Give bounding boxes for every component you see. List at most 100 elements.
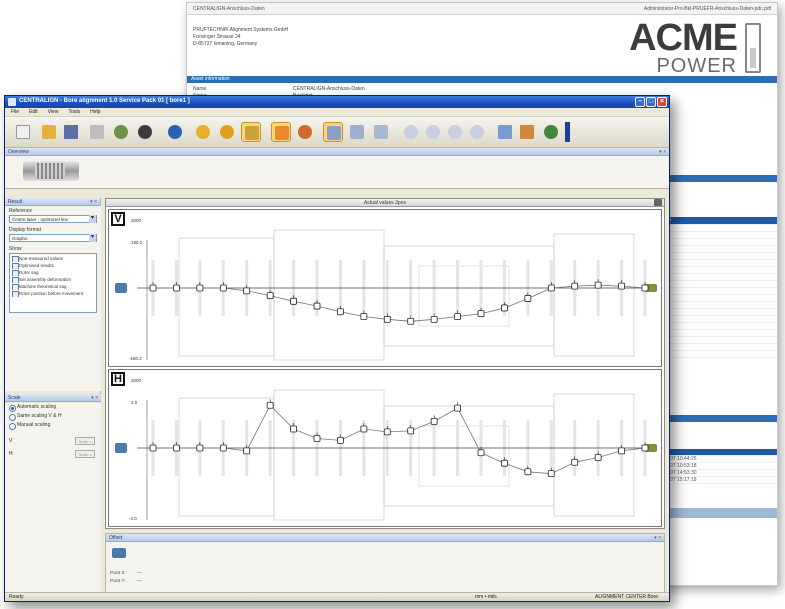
data-point (641, 442, 649, 452)
open-folder-icon[interactable] (39, 122, 59, 142)
status-bar: Ready mm • mils ALIGNMENT CENTER Bore (5, 592, 669, 601)
data-point (641, 282, 649, 292)
logo-text-bottom: POWER (656, 55, 737, 77)
show-checkbox[interactable]: Optimised results (11, 262, 95, 269)
battery-icon (745, 23, 761, 73)
title-bar[interactable]: CENTRALIGN - Bore alignment 1.0 Service … (5, 96, 669, 108)
offset-title: Offset (109, 535, 123, 541)
show-checkbox[interactable]: Non-measured values (11, 255, 95, 262)
horizontal-chart: 2.0 -2.0 2000 (115, 378, 657, 521)
move-up-icon[interactable] (445, 122, 465, 142)
display-format-select[interactable]: Graphic (9, 234, 97, 242)
show-label: Show (9, 246, 22, 252)
report-header-right: Administrator-Pro-Bkl-PRUEFR-Anschluss-D… (643, 6, 771, 12)
data-point (571, 280, 579, 290)
data-point (360, 310, 368, 320)
overview-panel (5, 156, 669, 189)
pin-icon[interactable]: ▾ × (654, 534, 661, 542)
series-line (153, 404, 646, 475)
sensor-icon[interactable] (135, 122, 155, 142)
menu-view[interactable]: View (48, 108, 59, 116)
graph-zoom-icon[interactable] (371, 122, 391, 142)
graph-title: Actual values 3pos (364, 200, 406, 206)
maximize-button[interactable]: □ (646, 97, 656, 107)
info-icon[interactable] (165, 122, 185, 142)
menu-edit[interactable]: Edit (29, 108, 38, 116)
component-outline (178, 397, 275, 517)
show-checkbox[interactable]: Rotor position before movement (11, 290, 95, 297)
axis-v-label: V (9, 438, 13, 444)
measure-icon[interactable] (111, 122, 131, 142)
data-point (594, 279, 602, 289)
bore-view-icon[interactable] (193, 122, 213, 142)
reference-select[interactable]: Centre laser - optimized line (9, 215, 97, 223)
data-point (149, 282, 157, 292)
bar-chart-icon[interactable] (517, 122, 537, 142)
chart-icon[interactable] (495, 122, 515, 142)
data-point (383, 313, 391, 323)
new-file-icon[interactable] (13, 122, 33, 142)
data-point (290, 423, 297, 433)
overview-title: Overview (8, 149, 29, 155)
results-icon[interactable] (241, 122, 261, 142)
data-point (407, 315, 415, 325)
menu-help[interactable]: Help (90, 108, 100, 116)
move-down-icon[interactable] (467, 122, 487, 142)
machine-icon (112, 548, 126, 558)
manual-scaling-radio[interactable]: Manual scaling (5, 421, 101, 430)
scale-v-spinner[interactable]: Scale x (75, 437, 95, 445)
show-checkbox[interactable]: Set assembly deformation (11, 276, 95, 283)
menu-tools[interactable]: Tools (68, 108, 80, 116)
pin-icon[interactable]: ▾ × (91, 394, 98, 402)
data-point (594, 451, 602, 461)
bore-section-icon[interactable] (217, 122, 237, 142)
minimize-button[interactable]: – (635, 97, 645, 107)
data-point (501, 457, 508, 467)
save-icon[interactable] (61, 122, 81, 142)
pin-icon[interactable]: ▾ × (659, 148, 666, 156)
component-outline (178, 237, 275, 357)
show-checkbox[interactable]: Rotor sag (11, 269, 95, 276)
print-icon[interactable] (87, 122, 107, 142)
automatic-scaling-radio[interactable]: Automatic scaling (5, 403, 101, 412)
status-text: Ready (9, 594, 24, 600)
move-left-icon[interactable] (401, 122, 421, 142)
data-point (454, 310, 461, 320)
offset-row: Point Y: — (110, 578, 141, 583)
menu-bar: File Edit View Tools Help (5, 108, 669, 117)
battery-indicator-icon (565, 122, 570, 142)
data-point (290, 295, 297, 305)
show-checkbox[interactable]: Machine theoretical sag (11, 283, 95, 290)
app-window: CENTRALIGN - Bore alignment 1.0 Service … (4, 95, 670, 602)
close-button[interactable]: × (657, 97, 667, 107)
machine-icon (115, 443, 127, 453)
offset-title-bar: Offset ▾ × (106, 534, 664, 542)
scale-h-spinner[interactable]: Scale x (75, 450, 95, 458)
print-graph-icon[interactable] (654, 199, 662, 206)
table-view-icon[interactable] (271, 122, 291, 142)
graph-icon[interactable] (323, 122, 343, 142)
data-point (266, 289, 274, 299)
graph-pane: Actual values 3pos V 180.2 -180.2 2000 H 2… (105, 198, 665, 529)
data-point (313, 432, 321, 442)
result-title-bar: Result ▾ × (5, 198, 100, 206)
same-scaling-radio[interactable]: Same scaling V & H (5, 412, 101, 421)
address-line: PRUFTECHNIK Alignment Systems GmbH (193, 27, 289, 33)
pin-icon[interactable]: ▾ × (90, 198, 97, 206)
graph-alt-icon[interactable] (347, 122, 367, 142)
overview-title-bar: Overview ▾ × (5, 148, 669, 156)
offset-label: Point Y: (110, 578, 126, 583)
data-point (196, 442, 204, 452)
export-icon[interactable] (541, 122, 561, 142)
data-point (243, 284, 251, 295)
data-point (173, 442, 180, 452)
menu-file[interactable]: File (11, 108, 19, 116)
data-point (430, 313, 438, 323)
machine-train-icon[interactable] (23, 161, 79, 181)
axis-h-label: H (9, 451, 13, 457)
graph-header: Actual values 3pos (106, 199, 664, 207)
offset-row: Point X: — (110, 570, 142, 575)
move-right-icon[interactable] (423, 122, 443, 142)
display-format-label: Display format (9, 227, 41, 233)
tolerance-icon[interactable] (295, 122, 315, 142)
